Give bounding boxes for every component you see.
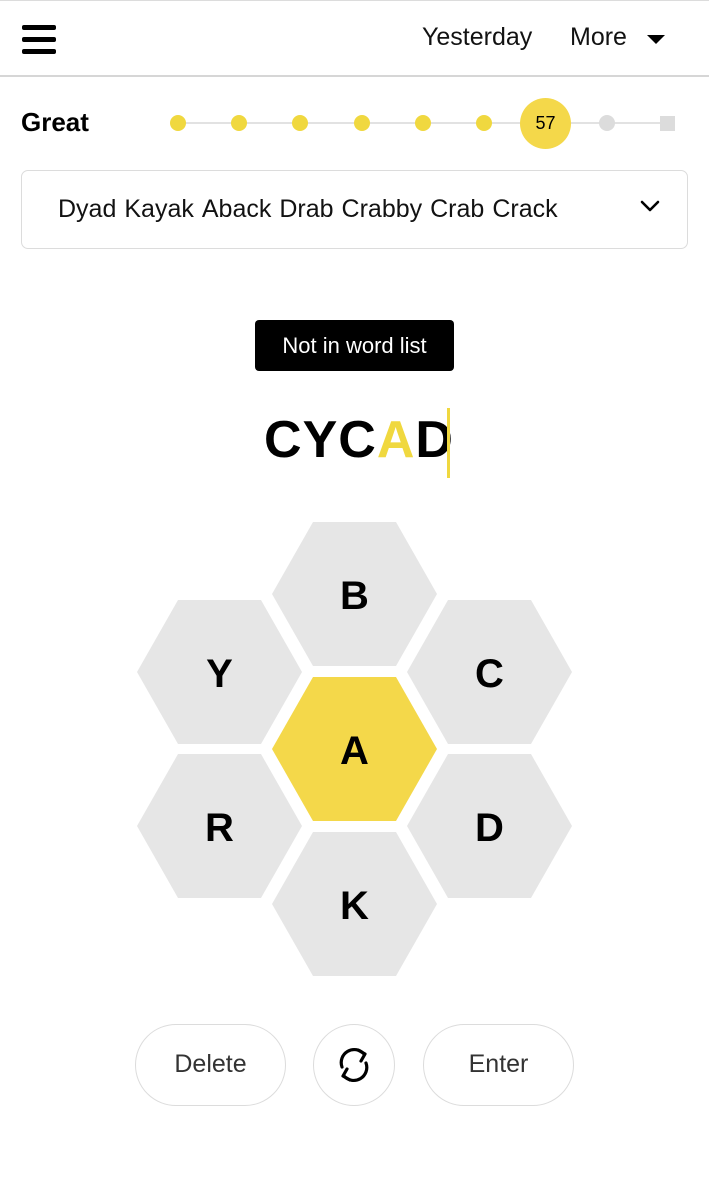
delete-button[interactable]: Delete	[135, 1024, 286, 1106]
progress-dot-empty	[599, 115, 615, 131]
hamburger-menu-icon[interactable]	[22, 25, 56, 55]
input-letter: Y	[302, 411, 339, 469]
shuffle-icon	[339, 1047, 369, 1083]
enter-button[interactable]: Enter	[423, 1024, 574, 1106]
progress-dot	[231, 115, 247, 131]
more-menu-button[interactable]: More	[570, 23, 627, 52]
found-word: Kayak	[124, 195, 194, 223]
hive-cell-lower-left[interactable]: R	[137, 754, 302, 898]
yesterday-link[interactable]: Yesterday	[422, 23, 532, 52]
hive-cell-lower-right[interactable]: D	[407, 754, 572, 898]
found-word: Drab	[279, 195, 334, 223]
found-word: Crabby	[341, 195, 423, 223]
hive-cell-center[interactable]: A	[272, 677, 437, 821]
chevron-down-icon[interactable]	[640, 196, 660, 216]
found-word: Aback	[201, 195, 272, 223]
hive-cell-upper-left[interactable]: Y	[137, 600, 302, 744]
input-letter-center: A	[376, 411, 416, 469]
progress-dot	[292, 115, 308, 131]
input-word: CYCAD	[264, 410, 454, 478]
progress-dot	[354, 115, 370, 131]
input-letter: C	[338, 411, 377, 469]
caret-down-icon[interactable]	[647, 35, 665, 44]
progress-end-marker	[660, 116, 675, 131]
text-cursor	[447, 408, 450, 478]
hive-cell-bottom[interactable]: K	[272, 832, 437, 976]
found-words-dropdown[interactable]: Dyad Kayak Aback Drab Crabby Crab Crack	[21, 170, 688, 249]
top-nav-bar: Yesterday More	[0, 0, 709, 77]
hive-cell-top[interactable]: B	[272, 522, 437, 666]
progress-dot	[415, 115, 431, 131]
score-badge[interactable]: 57	[520, 98, 571, 149]
rank-label: Great	[21, 107, 89, 137]
progress-dot	[476, 115, 492, 131]
found-word: Crack	[492, 195, 558, 223]
found-words-list: Dyad Kayak Aback Drab Crabby Crab Crack	[58, 195, 618, 224]
found-word: Crab	[430, 195, 485, 223]
hive-cell-upper-right[interactable]: C	[407, 600, 572, 744]
found-word: Dyad	[58, 195, 117, 223]
not-in-word-list-toast: Not in word list	[255, 320, 454, 371]
input-letter: C	[264, 411, 303, 469]
shuffle-button[interactable]	[313, 1024, 395, 1106]
progress-dot	[170, 115, 186, 131]
